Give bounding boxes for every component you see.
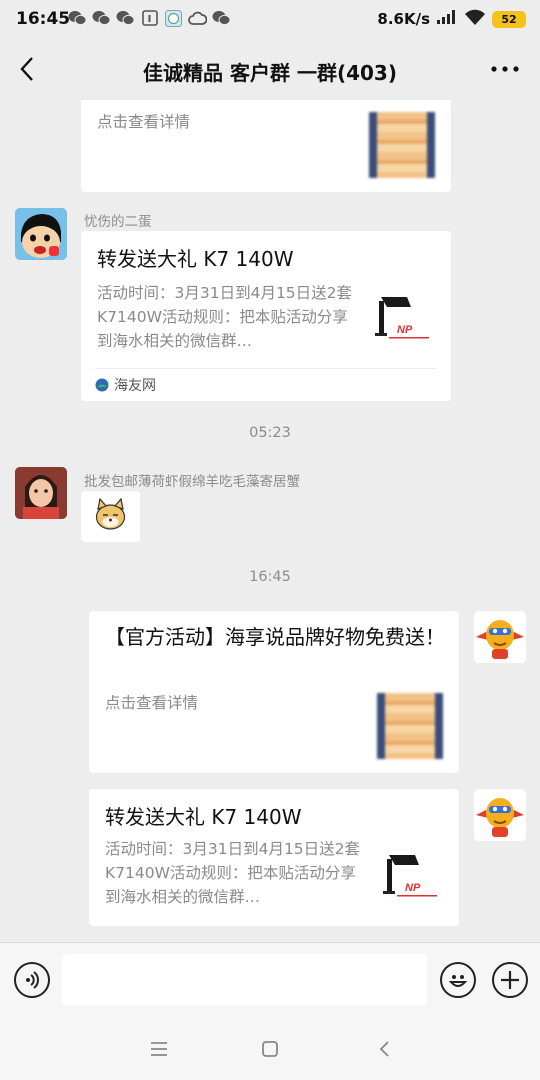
nav-back-button[interactable]	[370, 1035, 398, 1063]
card-thumbnail	[377, 693, 443, 759]
home-button[interactable]	[256, 1035, 284, 1063]
card-divider	[95, 368, 437, 369]
thumb-caption: NP	[405, 882, 421, 894]
card-description: 点击查看详情	[105, 694, 199, 712]
cloud-icon	[188, 9, 207, 27]
signal-icon	[436, 9, 458, 29]
notification-icons	[68, 9, 231, 27]
menu-icon	[151, 1042, 167, 1056]
wifi-icon	[464, 9, 486, 29]
more-functions-button[interactable]	[492, 962, 528, 998]
system-nav-bar	[0, 1017, 540, 1080]
plus-icon	[501, 971, 519, 989]
link-card[interactable]: 点击查看详情	[81, 100, 451, 192]
input-bar	[0, 942, 540, 1017]
status-bar: 16:45 8.6K/s 52	[0, 0, 540, 38]
more-options-button[interactable]	[488, 57, 522, 81]
source-logo-icon	[95, 378, 109, 392]
wechat-icon	[68, 9, 87, 27]
wechat-icon	[116, 9, 135, 27]
menu-button[interactable]	[145, 1035, 173, 1063]
clock-app-icon	[164, 9, 183, 27]
network-speed: 8.6K/s	[377, 10, 430, 28]
card-description: 点击查看详情	[97, 113, 191, 131]
source-name: 海友网	[114, 378, 156, 394]
link-card[interactable]: 【官方活动】海享说品牌好物免费送！ 点击查看详情	[89, 611, 459, 773]
chat-area[interactable]: 点击查看详情 忧伤的二蛋 转发送大礼 K7 140W 活动时间：3月31日到4月…	[0, 100, 540, 942]
link-card[interactable]: 转发送大礼 K7 140W 活动时间：3月31日到4月15日送2套K7140W活…	[89, 789, 459, 926]
voice-icon	[26, 971, 39, 989]
card-source: 海友网	[95, 375, 156, 395]
voice-button[interactable]	[14, 962, 50, 998]
timestamp: 05:23	[249, 425, 291, 441]
card-thumbnail	[369, 112, 435, 178]
emoji-button[interactable]	[440, 962, 476, 998]
wechat-icon	[92, 9, 111, 27]
wechat-icon	[212, 9, 231, 27]
thumb-caption: NP	[397, 324, 413, 336]
avatar[interactable]	[15, 467, 67, 519]
card-description: 活动时间：3月31日到4月15日送2套K7140W活动规则：把本贴活动分享到海水…	[97, 284, 353, 350]
emoji-icon	[448, 975, 468, 987]
card-thumbnail: NP	[379, 847, 443, 907]
card-title: 【官方活动】海享说品牌好物免费送！	[105, 625, 445, 649]
title-bar: 佳诚精品 客户群 一群(403)	[0, 38, 540, 100]
avatar-self[interactable]	[474, 611, 526, 663]
message-input[interactable]	[62, 954, 427, 1005]
link-card[interactable]: 转发送大礼 K7 140W 活动时间：3月31日到4月15日送2套K7140W活…	[81, 231, 451, 401]
home-icon	[262, 1041, 278, 1057]
card-thumbnail: NP	[371, 289, 435, 349]
chat-title: 佳诚精品 客户群 一群(403)	[143, 61, 397, 85]
avatar-self[interactable]	[474, 789, 526, 841]
card-title: 转发送大礼 K7 140W	[105, 805, 302, 829]
sender-name: 批发包邮薄荷虾假绵羊吃毛藻寄居蟹	[84, 474, 300, 490]
calendar-icon	[140, 9, 159, 27]
doge-sticker-icon	[95, 497, 126, 530]
card-description: 活动时间：3月31日到4月15日送2套K7140W活动规则：把本贴活动分享到海水…	[105, 840, 361, 906]
timestamp: 16:45	[249, 569, 291, 585]
avatar[interactable]	[15, 208, 67, 260]
sender-name: 忧伤的二蛋	[84, 214, 152, 230]
sticker-message[interactable]	[81, 491, 140, 542]
back-triangle-icon	[379, 1041, 389, 1057]
status-time: 16:45	[16, 9, 71, 29]
more-icon	[491, 66, 519, 72]
card-title: 转发送大礼 K7 140W	[97, 247, 294, 271]
battery-indicator: 52	[492, 10, 526, 28]
